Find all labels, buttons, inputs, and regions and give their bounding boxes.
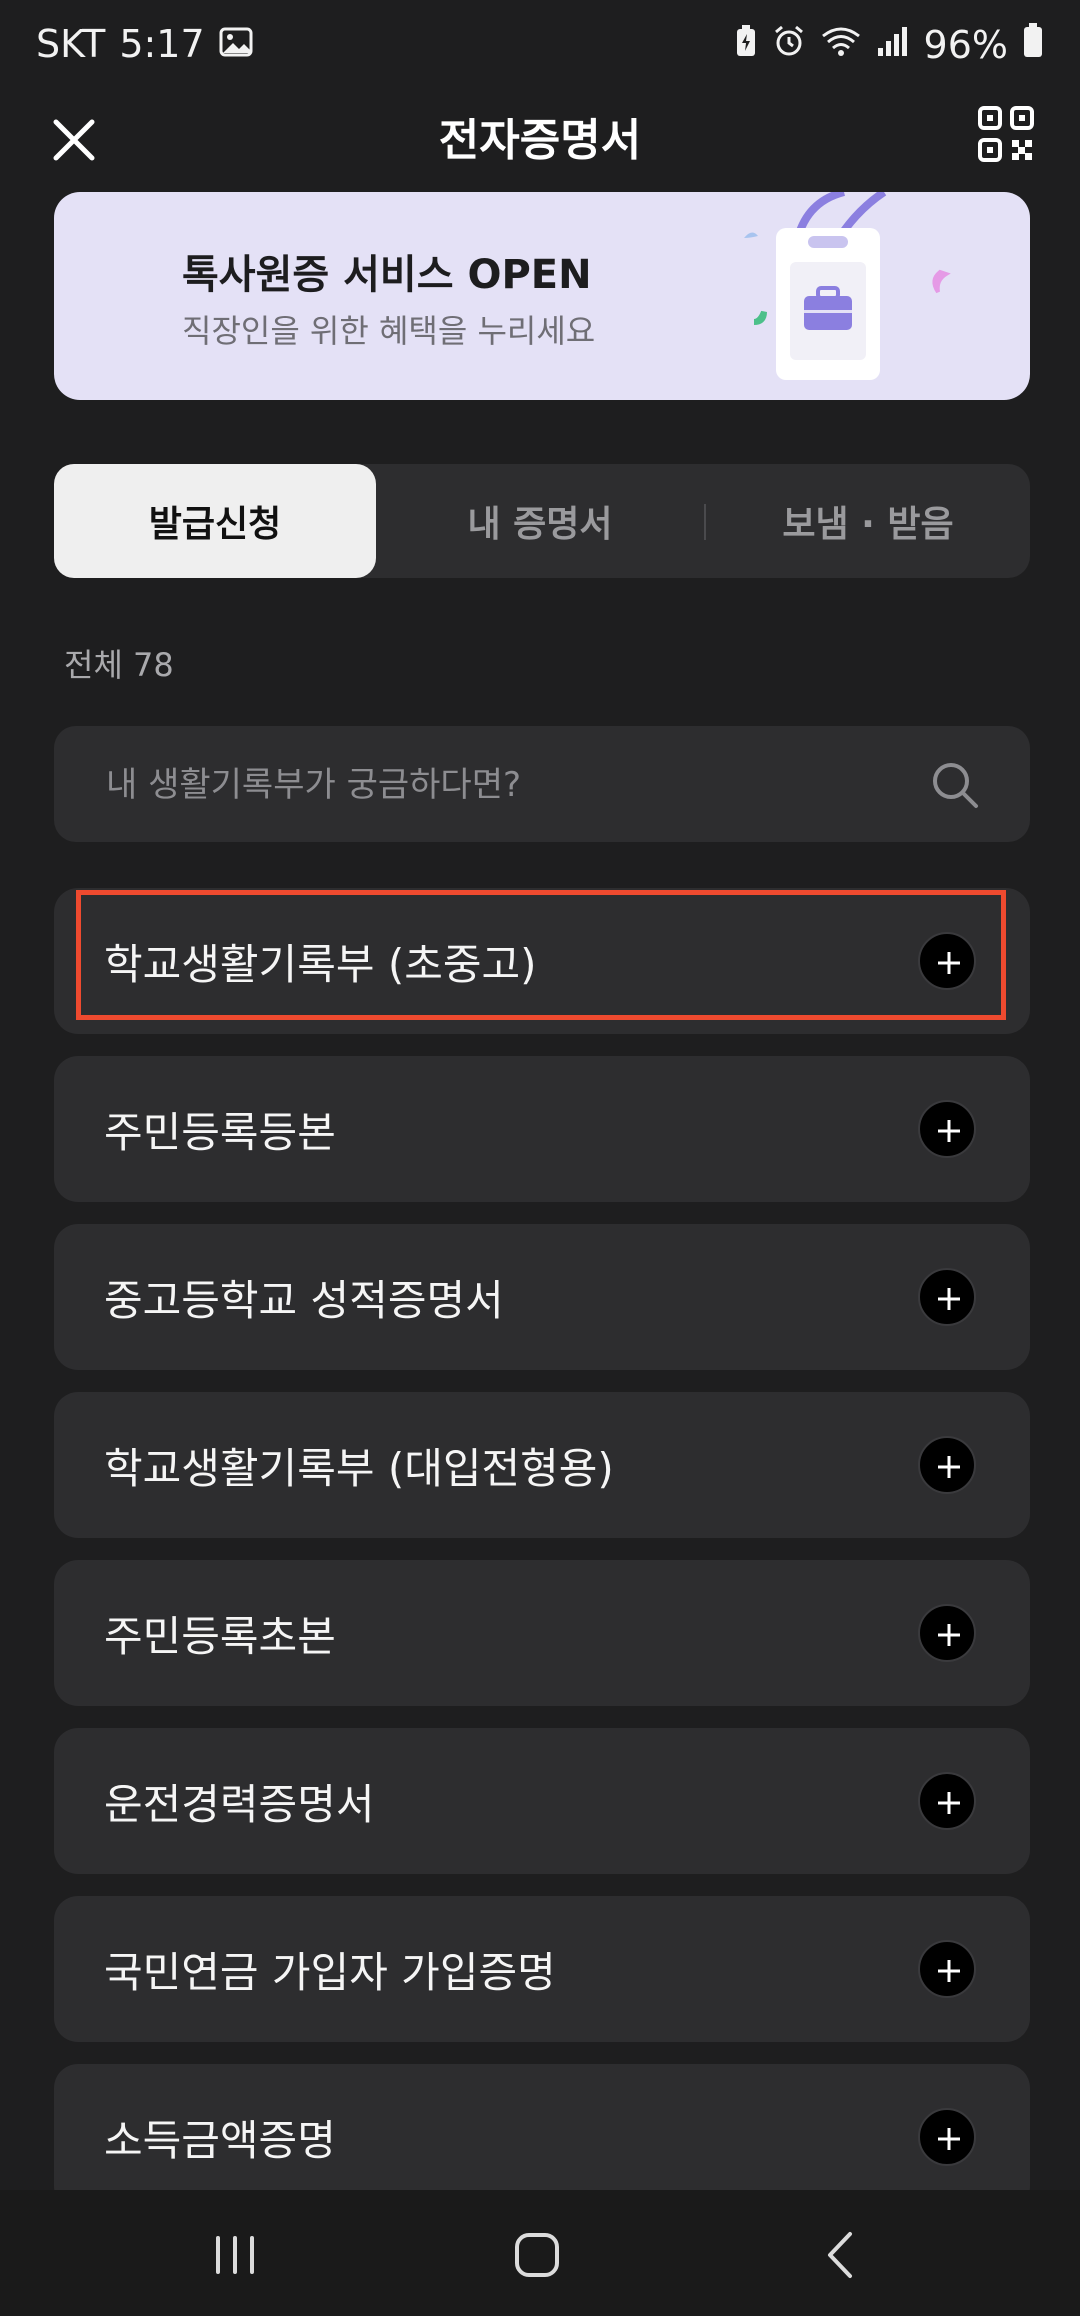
document-label: 주민등록초본 <box>104 1611 336 1661</box>
document-list-item[interactable]: 주민등록등본 <box>54 1056 1030 1202</box>
document-label: 중고등학교 성적증명서 <box>104 1275 504 1325</box>
document-list-item[interactable]: 운전경력증명서 <box>54 1728 1030 1874</box>
navigation-bar <box>0 2190 1080 2316</box>
plus-icon <box>938 1792 960 1814</box>
header: 전자증명서 <box>0 96 1080 206</box>
gallery-icon <box>219 22 253 66</box>
back-button[interactable] <box>806 2220 876 2290</box>
add-document-button[interactable] <box>918 2108 976 2166</box>
add-document-button[interactable] <box>918 1100 976 1158</box>
tab-sent-received[interactable]: 보냄 · 받음 <box>706 464 1030 578</box>
add-document-button[interactable] <box>918 1268 976 1326</box>
employee-badge-illustration <box>744 192 951 380</box>
plus-icon <box>938 1120 960 1142</box>
qr-code-icon <box>978 106 1034 162</box>
wifi-icon <box>820 23 862 67</box>
plus-icon <box>938 1960 960 1982</box>
home-icon <box>515 2233 559 2277</box>
tab-my-certificates[interactable]: 내 증명서 <box>376 464 704 578</box>
status-left: SKT 5:17 <box>36 22 253 66</box>
page-title: 전자증명서 <box>438 115 642 166</box>
document-list-item[interactable]: 중고등학교 성적증명서 <box>54 1224 1030 1370</box>
search-icon[interactable] <box>930 760 980 810</box>
alarm-icon <box>772 23 806 67</box>
recent-apps-button[interactable] <box>200 2220 270 2290</box>
document-list-item[interactable]: 소득금액증명 <box>54 2064 1030 2210</box>
plus-icon <box>938 2128 960 2150</box>
back-icon <box>828 2232 852 2278</box>
document-label: 국민연금 가입자 가입증명 <box>104 1947 556 1997</box>
plus-icon <box>938 1288 960 1310</box>
document-list-item[interactable]: 학교생활기록부 (대입전형용) <box>54 1392 1030 1538</box>
banner-title: 톡사원증 서비스 OPEN <box>182 252 592 298</box>
total-count: 전체 78 <box>64 646 174 684</box>
battery-saver-icon <box>734 23 758 67</box>
document-label: 주민등록등본 <box>104 1107 336 1157</box>
battery-icon <box>1022 22 1044 67</box>
tab-bar: 발급신청 내 증명서 보냄 · 받음 <box>54 464 1030 578</box>
promo-banner[interactable]: 톡사원증 서비스 OPEN 직장인을 위한 혜택을 누리세요 <box>54 192 1030 400</box>
highlight-box <box>76 890 1006 1020</box>
carrier: SKT <box>36 22 106 66</box>
tab-issue-request[interactable]: 발급신청 <box>54 464 376 578</box>
document-list-item[interactable]: 주민등록초본 <box>54 1560 1030 1706</box>
add-document-button[interactable] <box>918 1940 976 1998</box>
qr-code-button[interactable] <box>976 104 1036 164</box>
document-label: 소득금액증명 <box>104 2115 336 2165</box>
plus-icon <box>938 1456 960 1478</box>
add-document-button[interactable] <box>918 1772 976 1830</box>
recent-apps-icon <box>216 2236 254 2274</box>
status-right: 96% <box>734 22 1044 67</box>
add-document-button[interactable] <box>918 1436 976 1494</box>
battery-percent: 96% <box>923 22 1008 67</box>
document-label: 학교생활기록부 (대입전형용) <box>104 1443 614 1493</box>
search-input[interactable] <box>104 726 908 844</box>
home-button[interactable] <box>502 2220 572 2290</box>
plus-icon <box>938 1624 960 1646</box>
signal-icon <box>876 23 910 67</box>
search-bar <box>54 726 1030 844</box>
clock: 5:17 <box>119 22 205 66</box>
add-document-button[interactable] <box>918 1604 976 1662</box>
status-bar: SKT 5:17 96% <box>0 0 1080 96</box>
banner-subtitle: 직장인을 위한 혜택을 누리세요 <box>182 312 596 350</box>
document-list-item[interactable]: 국민연금 가입자 가입증명 <box>54 1896 1030 2042</box>
document-label: 운전경력증명서 <box>104 1779 375 1829</box>
